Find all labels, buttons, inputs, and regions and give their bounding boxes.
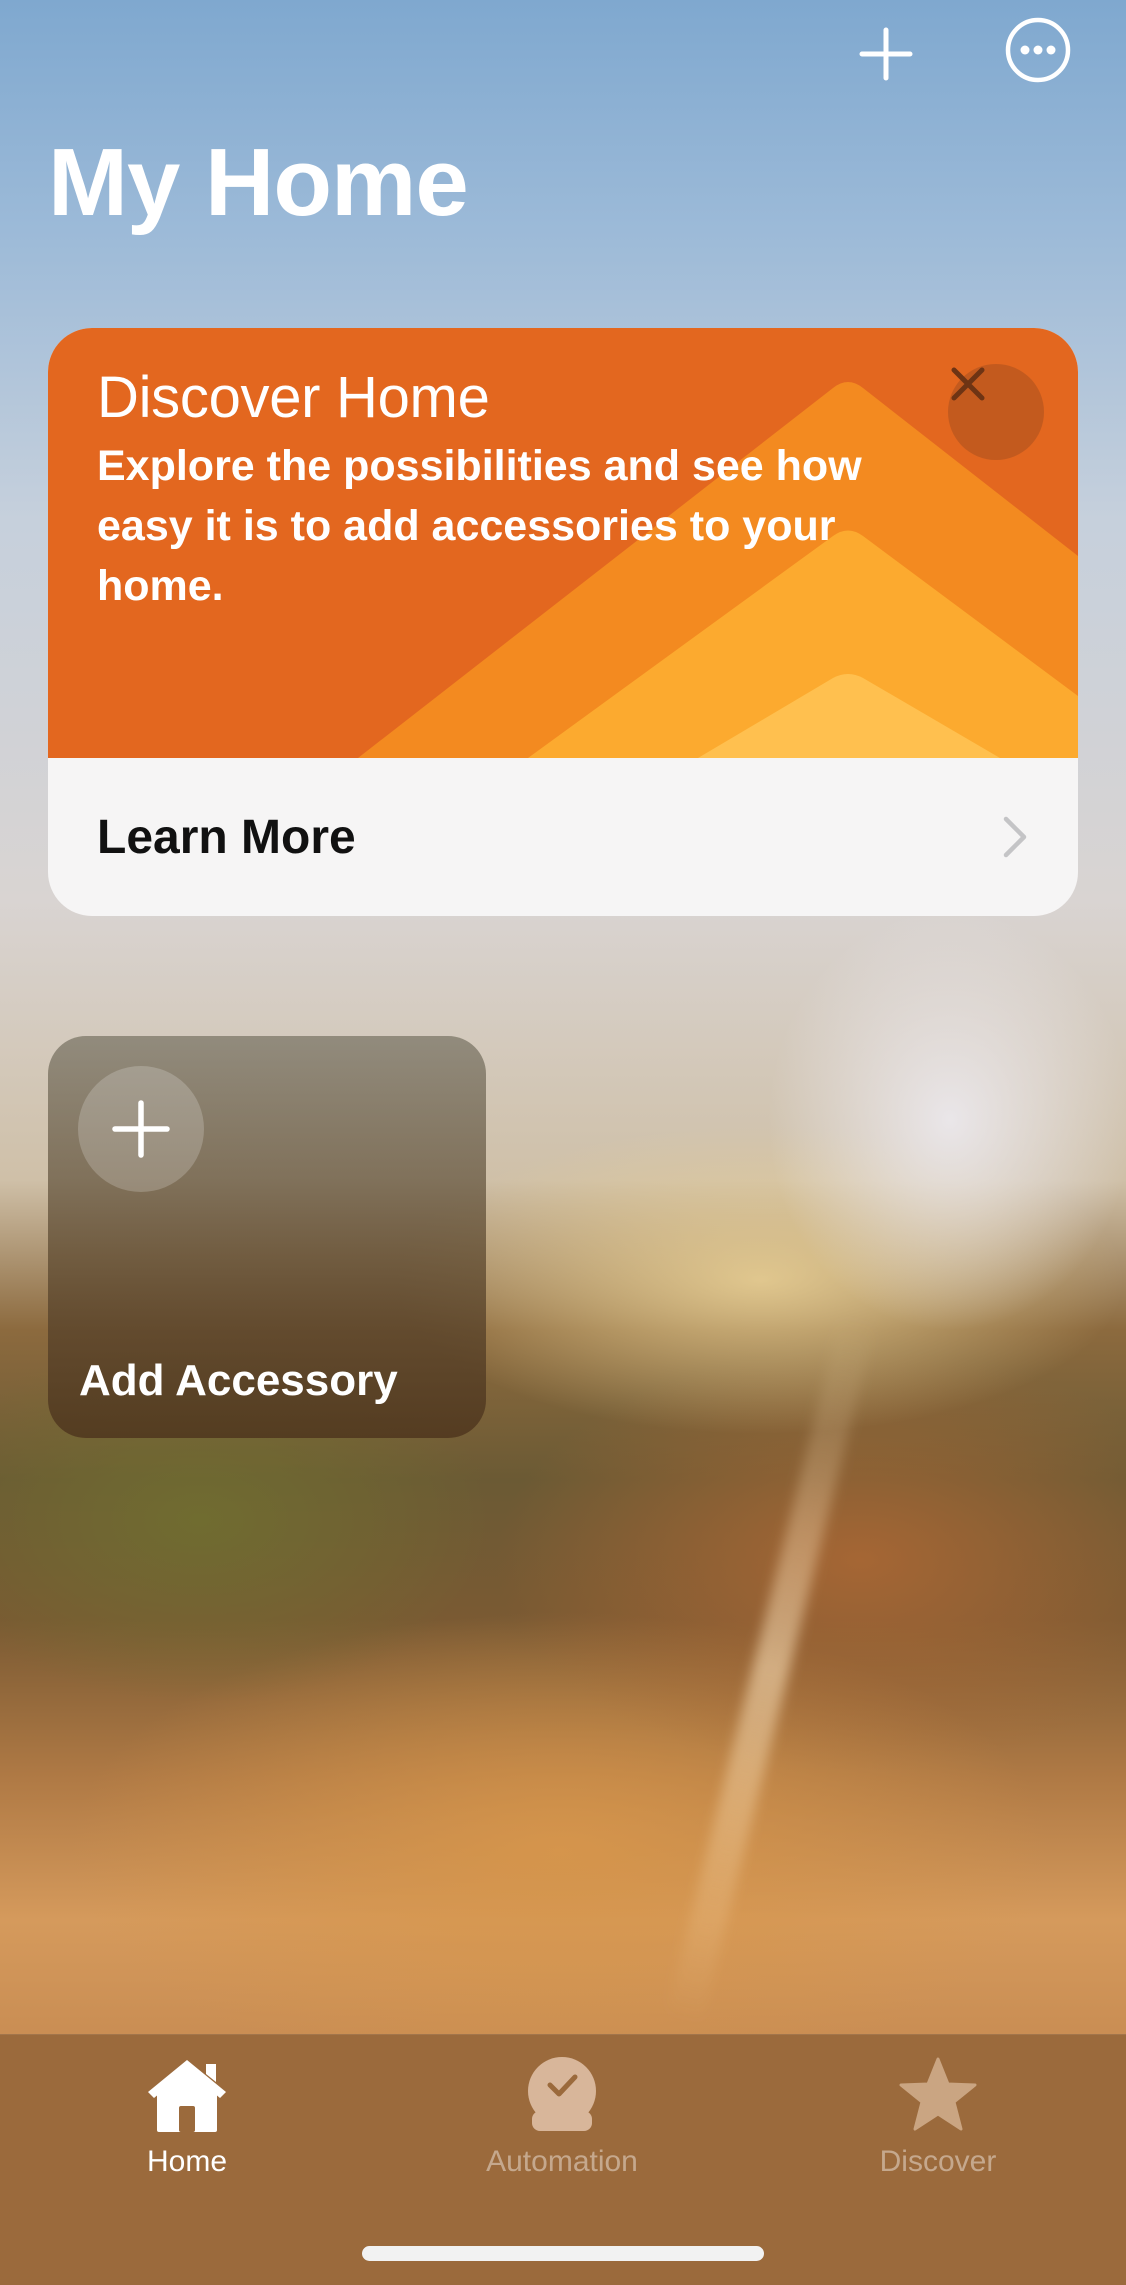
tab-bar: Home Automation Discover (0, 2034, 1126, 2285)
ellipsis-circle-icon (1005, 17, 1071, 83)
dismiss-card-button[interactable] (948, 364, 1044, 460)
discover-card-banner: Discover Home Explore the possibilities … (48, 328, 1078, 758)
home-indicator[interactable] (362, 2246, 764, 2261)
page-title: My Home (48, 129, 469, 236)
card-description: Explore the possibilities and see how ea… (97, 442, 862, 610)
discover-home-card: Discover Home Explore the possibilities … (48, 328, 1078, 916)
add-button[interactable] (846, 14, 926, 94)
plus-icon (112, 1100, 170, 1158)
card-heading: Discover Home (97, 365, 490, 430)
learn-more-label: Learn More (97, 810, 356, 864)
house-icon (148, 2060, 226, 2132)
tab-discover[interactable]: Discover (808, 2035, 1068, 2215)
add-accessory-icon-circle (78, 1066, 204, 1192)
add-accessory-label: Add Accessory (79, 1356, 398, 1405)
tab-automation-label: Automation (486, 2145, 638, 2178)
chevron-right-icon (1003, 816, 1027, 858)
clock-check-icon (528, 2057, 596, 2131)
learn-more-button[interactable]: Learn More (48, 758, 1078, 916)
plus-icon (859, 27, 913, 81)
more-options-button[interactable] (998, 10, 1078, 90)
tab-automation[interactable]: Automation (432, 2035, 692, 2215)
add-accessory-tile[interactable]: Add Accessory (48, 1036, 486, 1438)
star-icon (899, 2057, 977, 2131)
tab-home-label: Home (146, 2145, 228, 2178)
tab-home[interactable]: Home (57, 2035, 317, 2215)
tab-discover-label: Discover (879, 2145, 997, 2178)
close-icon (951, 367, 985, 401)
